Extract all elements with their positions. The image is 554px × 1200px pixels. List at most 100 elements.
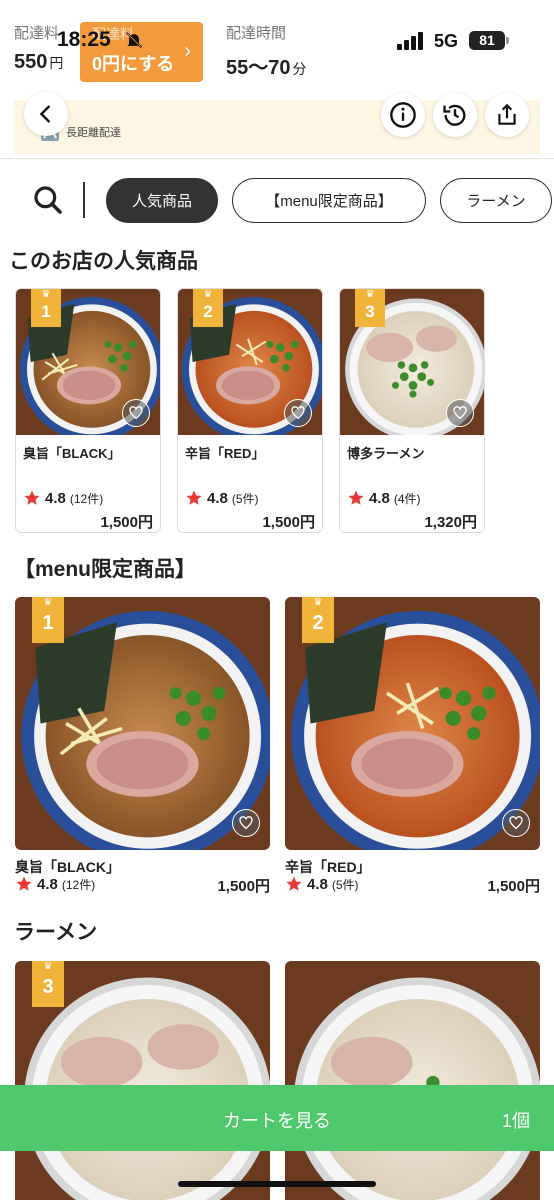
section-title-menu-limited: 【menu限定商品】	[14, 558, 197, 581]
delivery-time-amount: 55〜70	[226, 57, 291, 79]
star-icon	[347, 489, 365, 507]
delivery-time-value: 55〜70 分	[226, 51, 307, 80]
star-icon	[185, 489, 203, 507]
promo-text: 0円にする	[92, 54, 175, 74]
battery-icon: 81	[469, 31, 509, 50]
tab-separator	[83, 182, 85, 218]
info-icon	[390, 102, 416, 128]
heart-icon	[452, 405, 468, 421]
delivery-fee-amount: 550	[14, 51, 48, 73]
delivery-info-bar: 配達料 550 円 配達料 0円にする › 配達時間 55〜70 分 18:25 5…	[0, 0, 554, 100]
review-count: (5件)	[331, 877, 359, 892]
rating-value: 4.8	[45, 489, 66, 507]
product-rating: 4.8 (12件)	[15, 875, 95, 893]
long-distance-label: 長距離配達	[66, 127, 121, 139]
product-name: 臭旨「BLACK」	[15, 859, 120, 875]
search-icon[interactable]	[32, 184, 64, 216]
cellular-signal-icon	[397, 32, 423, 50]
section-title-popular: このお店の人気商品	[9, 250, 198, 273]
favorite-button[interactable]	[122, 399, 150, 427]
crown-icon: ♛	[43, 961, 53, 972]
chevron-left-icon	[39, 105, 50, 123]
clock-history-icon	[443, 104, 466, 126]
rank-number: 2	[203, 302, 213, 321]
rating-value: 4.8	[369, 489, 390, 507]
crown-icon: ♛	[203, 289, 213, 300]
share-icon	[498, 103, 516, 125]
home-indicator[interactable]	[178, 1181, 376, 1187]
delivery-fee: 配達料 550 円	[14, 22, 63, 74]
rank-badge: ♛ 1	[31, 289, 61, 327]
rank-badge: ♛ 2	[302, 597, 334, 643]
product-price: 1,500円	[217, 878, 270, 895]
product-rating: 4.8 (4件)	[347, 489, 421, 507]
delivery-fee-value: 550 円	[14, 51, 63, 74]
product-card[interactable]: ♛ 2 辛旨「RED」 4.8 (5件) 1,500円	[177, 288, 323, 533]
rank-badge: ♛ 3	[355, 289, 385, 327]
product-rating: 4.8 (5件)	[285, 875, 359, 893]
tab-popular[interactable]: 人気商品	[106, 178, 218, 223]
cart-quantity: 1個	[501, 1111, 530, 1131]
delivery-time-unit: 分	[292, 61, 307, 77]
heart-icon	[290, 405, 306, 421]
delivery-fee-unit: 円	[49, 55, 64, 71]
rank-badge: ♛ 3	[32, 961, 64, 1007]
product-card[interactable]: ♛ 3 博多ラーメン 4.8 (4件) 1,320円	[339, 288, 485, 533]
rank-number: 1	[41, 302, 51, 321]
product-price: 1,500円	[262, 514, 315, 531]
heart-icon	[508, 815, 524, 831]
rating-value: 4.8	[207, 489, 228, 507]
back-button[interactable]	[24, 92, 68, 136]
heart-icon	[128, 405, 144, 421]
delivery-time: 配達時間 55〜70 分	[226, 22, 307, 80]
rank-number: 2	[312, 612, 324, 634]
info-button[interactable]	[381, 93, 425, 137]
rank-badge: ♛ 1	[32, 597, 64, 643]
tab-menu-limited[interactable]: 【menu限定商品】	[232, 178, 426, 223]
network-type: 5G	[434, 31, 459, 51]
product-card[interactable]: ♛ 1 臭旨「BLACK」 4.8 (12件) 1,500円	[15, 288, 161, 533]
product-image	[285, 961, 540, 1200]
header-divider	[0, 158, 554, 159]
crown-icon: ♛	[313, 597, 323, 608]
chevron-right-icon: ›	[184, 40, 191, 62]
favorite-button[interactable]	[446, 399, 474, 427]
product-rating: 4.8 (5件)	[185, 489, 259, 507]
review-count: (12件)	[69, 491, 104, 506]
delivery-fee-label: 配達料	[14, 25, 60, 42]
rank-badge: ♛ 2	[193, 289, 223, 327]
star-icon	[285, 875, 303, 893]
favorite-button[interactable]	[284, 399, 312, 427]
review-count: (5件)	[231, 491, 259, 506]
status-time: 18:25	[57, 28, 111, 51]
product-rating: 4.8 (12件)	[23, 489, 103, 507]
review-count: (4件)	[393, 491, 421, 506]
favorite-button[interactable]	[232, 809, 260, 837]
share-button[interactable]	[485, 93, 529, 137]
section-title-ramen: ラーメン	[14, 921, 98, 944]
rank-number: 3	[42, 976, 54, 998]
product-name: 辛旨「RED」	[185, 446, 265, 461]
heart-icon	[238, 815, 254, 831]
rank-number: 1	[42, 612, 54, 634]
rating-value: 4.8	[37, 875, 58, 893]
rank-number: 3	[365, 302, 375, 321]
product-price: 1,500円	[487, 878, 540, 895]
product-price: 1,320円	[424, 514, 477, 531]
battery-level: 81	[479, 32, 495, 48]
crown-icon: ♛	[41, 289, 51, 300]
view-cart-label: カートを見る	[223, 1111, 331, 1131]
product-price: 1,500円	[100, 514, 153, 531]
view-cart-button[interactable]: カートを見る 1個	[0, 1085, 554, 1151]
crown-icon: ♛	[365, 289, 375, 300]
star-icon	[15, 875, 33, 893]
product-name: 臭旨「BLACK」	[23, 446, 121, 461]
crown-icon: ♛	[43, 597, 53, 608]
rating-value: 4.8	[307, 875, 328, 893]
order-history-button[interactable]	[433, 93, 477, 137]
review-count: (12件)	[61, 877, 96, 892]
favorite-button[interactable]	[502, 809, 530, 837]
tab-ramen[interactable]: ラーメン	[440, 178, 552, 223]
delivery-time-label: 配達時間	[226, 25, 287, 42]
product-name: 博多ラーメン	[347, 446, 425, 461]
